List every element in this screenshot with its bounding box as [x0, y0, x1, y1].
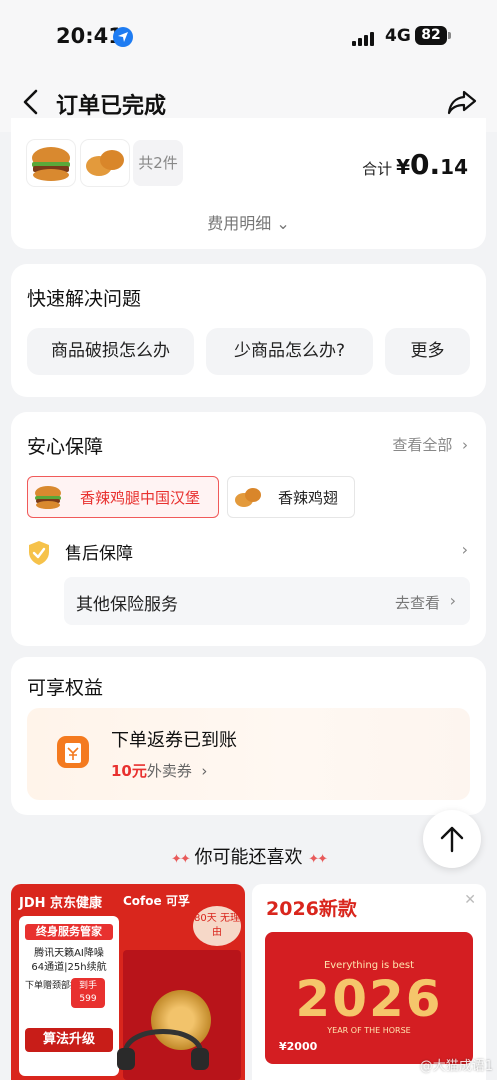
poster-price: ¥2000: [279, 1040, 318, 1053]
quick-solve-title: 快速解决问题: [27, 288, 142, 310]
fee-detail-toggle[interactable]: 费用明细 ⌄: [11, 210, 486, 234]
tag-burger-label: 香辣鸡腿中国汉堡: [80, 489, 201, 507]
total-currency: ¥: [396, 155, 411, 179]
wings-thumbnail[interactable]: [81, 140, 129, 186]
decor-left-icon: ✦✦: [170, 852, 191, 867]
option-more[interactable]: 更多: [385, 328, 470, 375]
poster-year: 2026: [295, 970, 443, 1028]
promo-badge: 终身服务管家: [25, 924, 113, 940]
promo-line-2: 64通道|25h续航: [31, 962, 107, 973]
insurance-row[interactable]: 其他保险服务 去查看 ›: [64, 577, 470, 625]
product-card-calendar[interactable]: 2026新款 ✕ Everything is best 2026 YEAR OF…: [252, 884, 486, 1080]
chevron-right-icon: ›: [191, 762, 208, 780]
cofoe-logo: Cofoe 可孚: [123, 894, 190, 908]
assurance-card: 安心保障 查看全部 › 香辣鸡腿中国汉堡 香辣鸡翅 售后保障 › 其他保险服务 …: [11, 412, 486, 646]
decor-right-icon: ✦✦: [308, 852, 328, 867]
poster-subtitle: YEAR OF THE HORSE: [327, 1026, 411, 1035]
after-sale-chevron-icon[interactable]: ›: [462, 540, 468, 559]
back-icon[interactable]: [20, 88, 44, 116]
tag-wings-label: 香辣鸡翅: [278, 489, 339, 507]
fee-detail-label: 费用明细: [207, 214, 272, 233]
recommend-heading: ✦✦ 你可能还喜欢 ✦✦: [0, 843, 497, 869]
recommend-title: 你可能还喜欢: [194, 847, 303, 868]
price-tag: 到手 599: [71, 978, 105, 1008]
total-label: 合计: [362, 160, 393, 178]
signal-icon: [352, 30, 378, 46]
total-amount-dec: 14: [440, 155, 468, 179]
shield-check-icon: [27, 540, 51, 566]
view-all-link[interactable]: 查看全部 ›: [392, 434, 468, 455]
item-count-badge[interactable]: 共2件: [133, 140, 183, 186]
total-amount-int: 0.: [410, 148, 441, 181]
wings-mini-icon: [235, 488, 261, 507]
coupon-amount: 10元: [111, 762, 147, 780]
headphones-icon: [117, 1029, 209, 1070]
coupon-benefit[interactable]: 下单返券已到账 10元外卖券 ›: [27, 708, 470, 800]
battery-icon: 82: [415, 26, 447, 45]
insurance-chevron-icon: ›: [449, 591, 456, 610]
quick-solve-card: 快速解决问题 商品破损怎么办 少商品怎么办? 更多: [11, 264, 486, 397]
chevron-right-icon: ›: [457, 436, 468, 454]
chevron-down-icon: ⌄: [276, 214, 290, 233]
product-card-headphones[interactable]: JDH 京东健康 Cofoe 可孚 终身服务管家 腾讯天籁AI降噪 64通道|2…: [11, 884, 245, 1080]
coupon-icon: [53, 732, 93, 772]
tag-wings[interactable]: 香辣鸡翅: [227, 476, 355, 518]
network-type: 4G: [385, 26, 411, 46]
battery-tip: [448, 32, 451, 39]
coupon-title: 下单返券已到账: [111, 730, 237, 751]
order-total: 合计 ¥ 0. 14: [362, 148, 468, 181]
product-poster: Everything is best 2026 YEAR OF THE HORS…: [265, 932, 473, 1064]
tag-burger[interactable]: 香辣鸡腿中国汉堡: [27, 476, 219, 518]
algo-upgrade-badge: 算法升级: [25, 1028, 113, 1052]
location-arrow-icon: [113, 27, 133, 47]
coupon-type: 外卖券: [146, 762, 192, 780]
status-bar: 20:41 4G 82: [0, 0, 497, 72]
benefits-card: 可享权益 下单返券已到账 10元外卖券 ›: [11, 657, 486, 815]
watermark: @大猫成语1: [419, 1059, 493, 1074]
insurance-label: 其他保险服务: [76, 595, 178, 615]
option-missing-item[interactable]: 少商品怎么办?: [206, 328, 373, 375]
product-new-title: 2026新款: [266, 898, 357, 920]
page-title: 订单已完成: [56, 94, 167, 119]
option-damaged-item[interactable]: 商品破损怎么办: [27, 328, 194, 375]
burger-thumbnail[interactable]: [27, 140, 75, 186]
benefits-title: 可享权益: [27, 677, 104, 699]
share-icon[interactable]: [446, 86, 478, 118]
after-sale-label[interactable]: 售后保障: [65, 539, 133, 564]
burger-mini-icon: [35, 486, 61, 509]
close-icon[interactable]: ✕: [464, 892, 476, 908]
assurance-title: 安心保障: [27, 436, 104, 458]
coupon-detail: 10元外卖券 ›: [111, 760, 207, 781]
promo-panel: 终身服务管家 腾讯天籁AI降噪 64通道|25h续航 下单赠颈部按摩仪 到手 5…: [19, 916, 119, 1076]
view-all-label: 查看全部: [392, 436, 453, 454]
insurance-action: 去查看: [394, 594, 440, 612]
jd-health-logo: JDH 京东健康: [19, 896, 103, 911]
save-badge: 80天 无理由: [193, 906, 241, 946]
promo-line-1: 腾讯天籁AI降噪: [34, 948, 104, 959]
order-summary-card: 共2件 合计 ¥ 0. 14 费用明细 ⌄: [11, 118, 486, 249]
